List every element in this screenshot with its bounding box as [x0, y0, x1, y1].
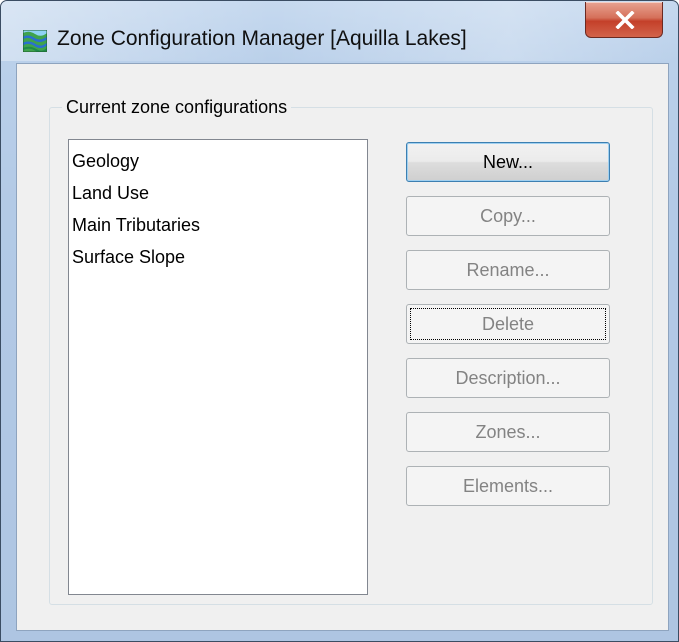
dialog-client-area: Current zone configurations Geology Land… [16, 63, 669, 631]
list-item[interactable]: Land Use [69, 177, 367, 209]
delete-button[interactable]: Delete [406, 304, 610, 344]
rename-button[interactable]: Rename... [406, 250, 610, 290]
configuration-listbox[interactable]: Geology Land Use Main Tributaries Surfac… [68, 139, 368, 595]
delete-button-label: Delete [481, 314, 535, 334]
zones-button[interactable]: Zones... [406, 412, 610, 452]
close-icon [615, 11, 635, 29]
terrain-map-icon [22, 29, 48, 53]
description-button[interactable]: Description... [406, 358, 610, 398]
group-label: Current zone configurations [62, 97, 292, 118]
close-button[interactable] [585, 2, 663, 38]
list-item[interactable]: Surface Slope [69, 241, 367, 273]
list-item[interactable]: Main Tributaries [69, 209, 367, 241]
dialog-window: Zone Configuration Manager [Aquilla Lake… [0, 0, 679, 642]
copy-button[interactable]: Copy... [406, 196, 610, 236]
elements-button[interactable]: Elements... [406, 466, 610, 506]
window-title: Zone Configuration Manager [Aquilla Lake… [57, 27, 467, 50]
new-button[interactable]: New... [406, 142, 610, 182]
list-item[interactable]: Geology [69, 145, 367, 177]
title-bar[interactable]: Zone Configuration Manager [Aquilla Lake… [1, 1, 678, 63]
